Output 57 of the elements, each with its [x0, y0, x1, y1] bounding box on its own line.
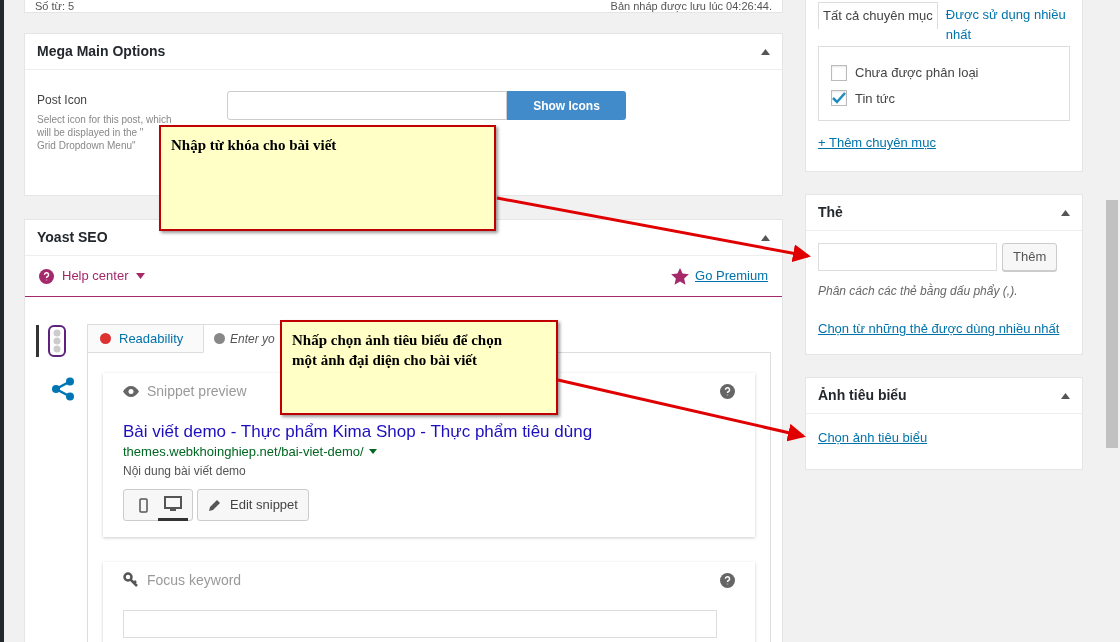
- panel-title: Yoast SEO: [37, 228, 108, 247]
- eye-icon: [123, 385, 139, 397]
- caret-icon: [136, 273, 146, 279]
- collapse-icon[interactable]: [1061, 392, 1070, 399]
- panel-title: Thẻ: [818, 203, 843, 222]
- category-label: Tin tức: [855, 89, 895, 108]
- category-tab[interactable]: Tất cả chuyên mục: [818, 2, 938, 29]
- caret-icon[interactable]: [368, 449, 377, 455]
- add-category-link[interactable]: + Thêm chuyên mục: [818, 133, 936, 153]
- panel-title: Ảnh tiêu biểu: [818, 386, 907, 405]
- category-tab[interactable]: Được sử dụng nhiều nhất: [937, 2, 1078, 47]
- card-heading: Snippet preview: [147, 381, 247, 401]
- check-icon: [832, 92, 846, 105]
- field-description-line: Grid Dropdown Menu": [37, 139, 136, 152]
- callout-note: Nhấp chọn ảnh tiêu biểu để chọn một ảnh đại diện cho bài viết: [280, 320, 558, 415]
- snippet-url: themes.webkhoinghiep.net/bai-viet-demo/: [123, 443, 364, 461]
- collapse-icon[interactable]: [761, 48, 770, 55]
- scrollbar[interactable]: [1106, 200, 1118, 448]
- phone-icon: [138, 497, 148, 513]
- collapse-icon[interactable]: [761, 234, 770, 241]
- post-icon-field[interactable]: [227, 91, 507, 120]
- help-icon: [39, 268, 54, 284]
- field-description-line: will be displayed in the ": [37, 126, 144, 139]
- focus-keyword-field[interactable]: [123, 610, 717, 638]
- collapse-icon[interactable]: [1061, 209, 1070, 216]
- tag-field[interactable]: [818, 243, 997, 271]
- help-center-button[interactable]: Help center: [39, 266, 146, 286]
- add-tag-button[interactable]: Thêm: [1002, 243, 1058, 271]
- help-icon[interactable]: [720, 383, 735, 399]
- show-icons-button[interactable]: Show Icons: [507, 91, 626, 120]
- checkbox[interactable]: [831, 90, 847, 107]
- traffic-light-icon: [47, 325, 67, 357]
- analysis-tab[interactable]: Enter yo: [203, 324, 280, 353]
- field-label: Post Icon: [37, 92, 89, 109]
- star-icon: [671, 267, 690, 285]
- edit-snippet-button[interactable]: Edit snippet: [197, 488, 309, 521]
- analysis-tab[interactable]: [36, 325, 67, 357]
- most-used-tags-link[interactable]: Chọn từ những thẻ được dùng nhiều nhất: [818, 319, 1070, 339]
- snippet-description: Nội dung bài viết demo: [123, 462, 247, 480]
- set-featured-image-link[interactable]: Chọn ảnh tiêu biểu: [818, 428, 928, 448]
- callout-note: Nhập từ khóa cho bài viết: [159, 125, 496, 231]
- analysis-tab[interactable]: Readability: [87, 324, 204, 353]
- panel-title: Mega Main Options: [37, 42, 166, 61]
- share-icon: [51, 377, 75, 401]
- checkbox[interactable]: [831, 64, 847, 81]
- go-premium-link[interactable]: Go Premium: [671, 266, 768, 286]
- word-count: Số từ: 5: [35, 1, 75, 12]
- key-icon: [123, 572, 139, 588]
- monitor-icon: [164, 495, 182, 512]
- field-description-line: Select icon for this post, which: [37, 113, 172, 126]
- pencil-icon: [208, 497, 222, 512]
- snippet-title: Bài viết demo - Thực phẩm Kima Shop - Thực phẩm tiêu dùng: [123, 422, 594, 442]
- category-label: Chưa được phân loại: [855, 64, 979, 82]
- help-icon[interactable]: [720, 572, 735, 588]
- tags-hint: Phân cách các thẻ bằng dấu phẩy (,).: [818, 282, 1019, 300]
- card-heading: Focus keyword: [147, 570, 242, 590]
- draft-saved-text: Bản nháp được lưu lúc 04:26:44.: [610, 1, 772, 12]
